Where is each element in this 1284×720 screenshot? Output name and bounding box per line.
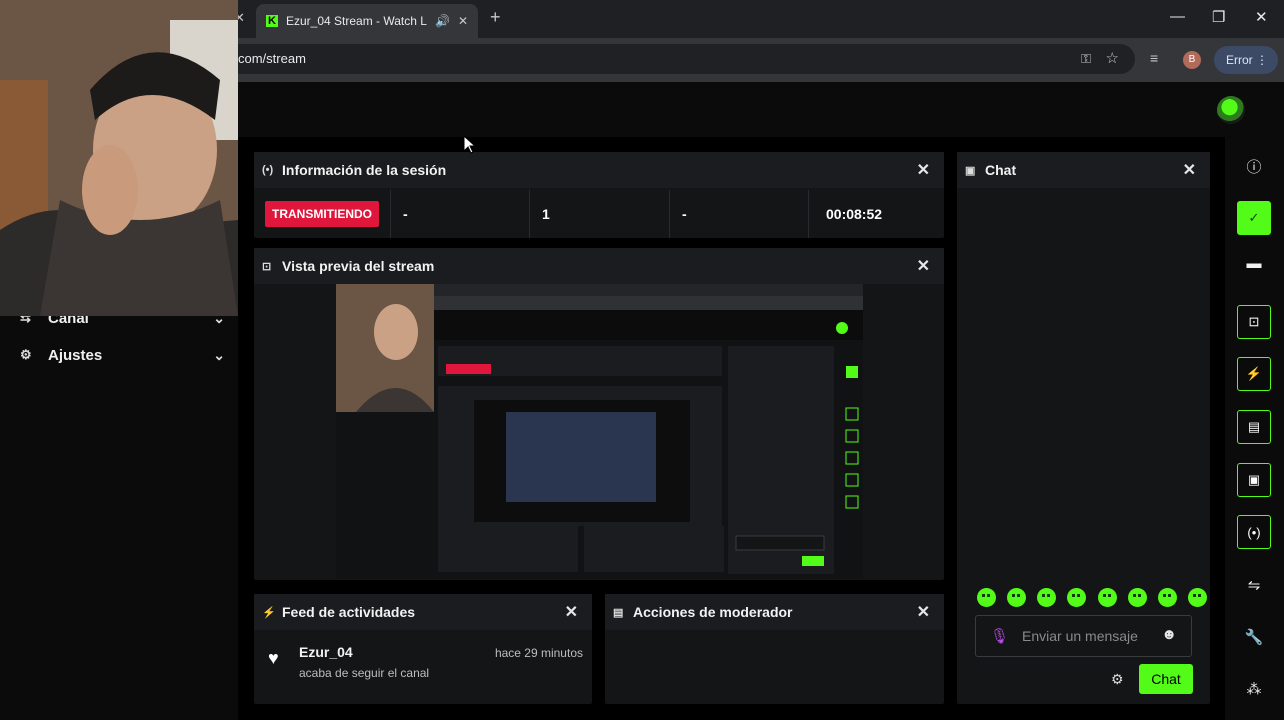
close-icon[interactable]: ✕ <box>458 14 468 28</box>
layout-icon[interactable]: ▬ <box>1237 251 1271 275</box>
stream-preview-image <box>336 284 863 579</box>
document-icon: ▤ <box>613 606 624 619</box>
emote-icon[interactable] <box>1067 588 1087 607</box>
lightning-icon[interactable]: ⚡ <box>1237 357 1271 391</box>
panel-header: ▣ Chat ✕ <box>957 152 1210 188</box>
close-icon[interactable]: ✕ <box>917 160 936 180</box>
chat-send-button[interactable]: Chat <box>1139 664 1193 694</box>
heart-icon: ♥ <box>268 648 279 668</box>
emote-bar <box>977 588 1207 610</box>
chat-bubble-icon[interactable]: ▣ <box>1237 463 1271 497</box>
emote-icon[interactable] <box>1007 588 1027 607</box>
session-stats: TRANSMITIENDO - 1 - 00:08:52 <box>254 190 944 238</box>
mouse-cursor-icon <box>463 135 477 154</box>
document-icon[interactable]: ▤ <box>1237 410 1271 444</box>
error-label: Error <box>1226 53 1253 67</box>
stat-cell: - <box>670 190 809 238</box>
emote-icon[interactable] <box>1187 588 1207 607</box>
wrench-icon[interactable]: 🔧 <box>1237 625 1271 649</box>
webcam-overlay <box>0 0 238 316</box>
chat-placeholder: Enviar un mensaje <box>1022 628 1138 644</box>
restore-icon[interactable]: ❐ <box>1212 8 1225 26</box>
emote-icon[interactable] <box>977 588 996 607</box>
status-badge: TRANSMITIENDO <box>265 201 379 227</box>
activity-text: acaba de seguir el canal <box>299 666 430 680</box>
user-avatar[interactable] <box>1217 96 1245 124</box>
broadcast-icon[interactable]: (•) <box>1237 515 1271 549</box>
panel-title: Feed de actividades <box>282 604 416 620</box>
profile-avatar[interactable]: B <box>1183 51 1201 69</box>
emote-icon[interactable] <box>1127 588 1147 607</box>
webcam-image <box>0 0 238 316</box>
status-cell: TRANSMITIENDO <box>254 190 391 238</box>
panel-title: Chat <box>985 162 1017 178</box>
stat-cell: - <box>391 190 530 238</box>
close-icon[interactable]: ✕ <box>565 602 584 622</box>
emote-icon[interactable] <box>1037 588 1057 607</box>
gear-icon[interactable]: ⚙ <box>1111 671 1124 688</box>
url-input[interactable]: com/stream ⚿ ☆ <box>200 44 1135 74</box>
panel-header: ⊡ Vista previa del stream ✕ <box>254 248 944 284</box>
check-icon[interactable]: ✓ <box>1237 201 1271 235</box>
tab-title: Ezur_04 Stream - Watch Liv <box>286 14 427 28</box>
url-text: com/stream <box>238 51 306 66</box>
panel-title: Información de la sesión <box>282 162 447 178</box>
app-topbar <box>238 82 1284 137</box>
emote-icon[interactable] <box>1097 588 1117 607</box>
session-info-panel: (•) Información de la sesión ✕ TRANSMITI… <box>254 152 944 238</box>
nodes-icon[interactable]: ⁂ <box>1237 677 1271 701</box>
panel-header: ▤ Acciones de moderador ✕ <box>605 594 944 630</box>
chat-message-input[interactable]: 🎙 Enviar un mensaje ☻ <box>975 615 1192 657</box>
close-icon[interactable]: ✕ <box>917 602 936 622</box>
speaker-icon[interactable]: 🔊 <box>435 14 450 28</box>
chat-bubble-icon: ▣ <box>965 164 976 177</box>
moderator-actions-panel: ▤ Acciones de moderador ✕ <box>605 594 944 704</box>
new-tab-icon[interactable]: + <box>490 7 501 28</box>
minimize-icon[interactable]: — <box>1170 8 1185 25</box>
error-button[interactable]: Error ⋮ <box>1214 46 1278 74</box>
media-controls-icon[interactable]: ≡ <box>1150 50 1158 66</box>
gear-icon: ⚙ <box>20 347 32 362</box>
chevron-down-icon: ⌄ <box>213 346 225 363</box>
stream-preview-video <box>336 284 863 579</box>
browser-tab[interactable]: K Ezur_04 Stream - Watch Liv 🔊 ✕ <box>256 4 478 38</box>
activity-time: hace 29 minutos <box>494 646 583 660</box>
close-window-icon[interactable]: ✕ <box>1255 8 1268 26</box>
activity-feed-panel: ⚡ Feed de actividades ✕ ♥ Ezur_04 hace 2… <box>254 594 592 704</box>
sidebar-item-ajustes[interactable]: ⚙ Ajustes ⌄ <box>20 343 225 367</box>
kick-logo-icon: K <box>266 15 278 27</box>
kebab-menu-icon: ⋮ <box>1256 53 1268 67</box>
stat-cell: 1 <box>530 190 670 238</box>
password-key-icon[interactable]: ⚿ <box>1081 44 1091 74</box>
emoji-icon[interactable]: ☻ <box>1161 626 1177 643</box>
stream-timer: 00:08:52 <box>826 206 883 222</box>
close-icon[interactable]: ✕ <box>917 256 936 276</box>
panel-title: Acciones de moderador <box>633 604 793 620</box>
panel-header: (•) Información de la sesión ✕ <box>254 152 944 188</box>
preview-icon[interactable]: ⊡ <box>1237 305 1271 339</box>
chat-panel: ▣ Chat ✕ 🎙 Enviar un mensaje ☻ ⚙ Chat <box>957 152 1210 704</box>
emote-icon[interactable] <box>1157 588 1177 607</box>
lightning-icon: ⚡ <box>262 606 276 619</box>
close-icon[interactable]: ✕ <box>1183 160 1202 180</box>
camera-switch-icon[interactable]: ⇋ <box>1237 573 1271 597</box>
microphone-icon[interactable]: 🎙 <box>990 627 1009 645</box>
preview-icon: ⊡ <box>262 260 272 273</box>
bookmark-star-icon[interactable]: ☆ <box>1106 44 1119 74</box>
stream-preview-panel: ⊡ Vista previa del stream ✕ <box>254 248 944 580</box>
panel-title: Vista previa del stream <box>282 258 435 274</box>
sidebar-item-label: Ajustes <box>48 346 103 364</box>
info-icon[interactable]: ⓘ <box>1237 154 1271 178</box>
activity-username[interactable]: Ezur_04 <box>299 644 353 660</box>
right-tool-rail: ⓘ ✓ ▬ ⊡ ⚡ ▤ ▣ (•) ⇋ 🔧 ⁂ <box>1225 137 1284 720</box>
broadcast-icon: (•) <box>262 164 274 176</box>
panel-header: ⚡ Feed de actividades ✕ <box>254 594 592 630</box>
